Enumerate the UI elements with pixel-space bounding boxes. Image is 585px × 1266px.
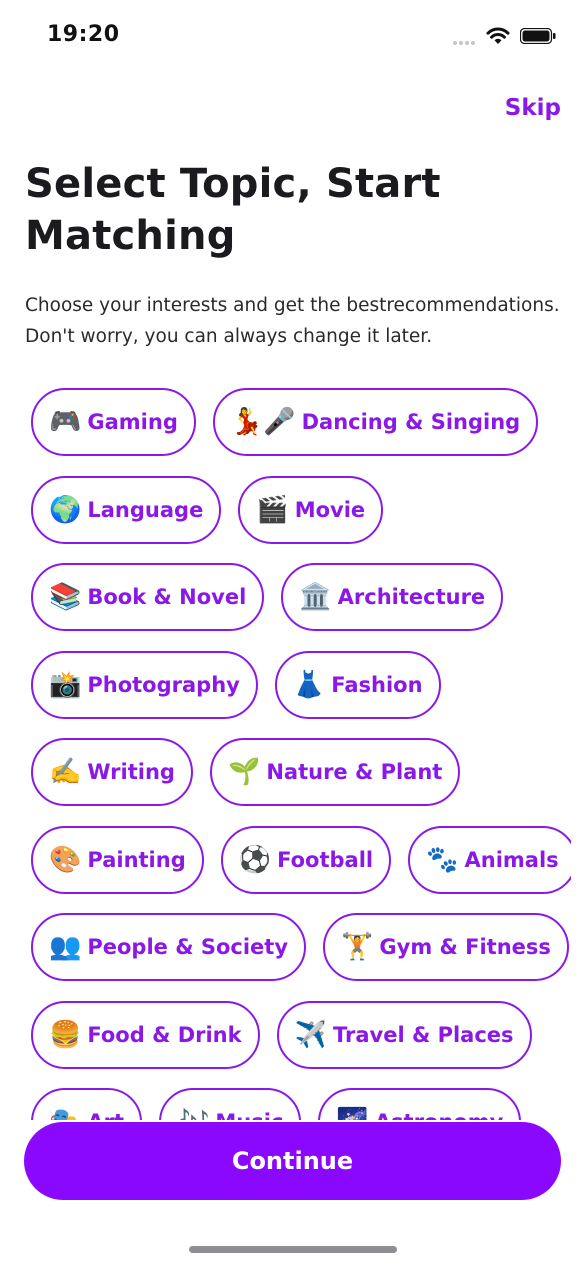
page-subtitle: Choose your interests and get the bestre… <box>25 290 570 352</box>
skip-button[interactable]: Skip <box>505 95 561 121</box>
topic-chip-photography[interactable]: 📸 Photography <box>31 650 258 719</box>
dancer-microphone-icon: 💃🎤 <box>230 407 296 437</box>
chip-row: 🎨 Painting ⚽ Football 🐾 Animals <box>31 825 571 898</box>
topic-chip-painting[interactable]: 🎨 Painting <box>31 825 204 894</box>
camera-flash-icon: 📸 <box>49 669 82 700</box>
topic-chip-label: Gym & Fitness <box>379 935 551 959</box>
topic-chip-gaming[interactable]: 🎮 Gaming <box>31 388 196 456</box>
theater-masks-icon: 🎭 <box>49 1109 81 1120</box>
chip-row: 🎭 Art 🎶 Music 🌌 Astronomy <box>31 1088 571 1120</box>
status-time: 19:20 <box>47 22 120 47</box>
topic-chip-art[interactable]: 🎭 Art <box>31 1088 143 1120</box>
subtitle-line: Choose your interests and get the bestre… <box>25 295 560 316</box>
chip-row: 🌍 Language 🎬 Movie <box>31 475 571 548</box>
topic-chip-language[interactable]: 🌍 Language <box>31 475 222 544</box>
topic-chip-nature-plant[interactable]: 🌱 Nature & Plant <box>209 738 461 806</box>
continue-button[interactable]: Continue <box>24 1122 561 1200</box>
topic-chip-label: Language <box>87 497 204 522</box>
topic-chip-label: Architecture <box>337 585 486 609</box>
palette-icon: 🎨 <box>49 844 82 875</box>
topic-chip-label: Book & Novel <box>87 585 247 609</box>
chip-row: 👥 People & Society 🏋️ Gym & Fitness <box>31 913 571 985</box>
people-icon: 👥 <box>49 932 82 962</box>
chip-row: ✍️ Writing 🌱 Nature & Plant <box>31 738 571 810</box>
milky-way-icon: 🌌 <box>336 1109 368 1120</box>
topic-chip-music[interactable]: 🎶 Music <box>159 1088 302 1120</box>
topic-chip-label: Football <box>277 847 374 872</box>
cellular-signal-icon <box>453 41 479 47</box>
wifi-icon <box>486 27 510 44</box>
burger-icon: 🍔 <box>49 1019 82 1050</box>
topic-chip-label: People & Society <box>87 935 289 959</box>
airplane-icon: ✈️ <box>294 1019 327 1050</box>
status-bar: 19:20 <box>0 0 585 74</box>
topic-chip-label: Nature & Plant <box>266 760 443 784</box>
topic-chip-label: Travel & Places <box>332 1022 514 1047</box>
topic-chip-label: Animals <box>464 847 559 872</box>
home-indicator <box>189 1246 397 1253</box>
topic-chip-travel-places[interactable]: ✈️ Travel & Places <box>276 1000 532 1069</box>
topic-chip-label: Painting <box>87 847 186 872</box>
topic-chip-fashion[interactable]: 👗 Fashion <box>274 650 441 719</box>
soccer-ball-icon: ⚽ <box>238 844 272 875</box>
topic-chip-label: Gaming <box>87 410 178 434</box>
topic-chip-label: Astronomy <box>375 1110 504 1120</box>
weightlifter-icon: 🏋️ <box>341 932 374 962</box>
classical-building-icon: 🏛️ <box>299 582 332 612</box>
seedling-icon: 🌱 <box>227 757 261 787</box>
battery-icon <box>520 28 556 44</box>
topic-chip-writing[interactable]: ✍️ Writing <box>31 738 193 806</box>
topic-chip-football[interactable]: ⚽ Football <box>220 825 392 894</box>
chip-row: 🍔 Food & Drink ✈️ Travel & Places <box>31 1000 571 1073</box>
topic-chip-dancing-singing[interactable]: 💃🎤 Dancing & Singing <box>212 388 539 456</box>
topic-chip-label: Writing <box>87 760 175 784</box>
chip-row: 🎮 Gaming 💃🎤 Dancing & Singing <box>31 388 571 460</box>
topic-chip-label: Art <box>87 1110 124 1120</box>
page-title: Select Topic, Start Matching <box>25 161 441 259</box>
gamepad-icon: 🎮 <box>49 407 82 437</box>
topic-chip-list: 🎮 Gaming 💃🎤 Dancing & Singing 🌍 Language 🎬 M… <box>31 388 571 1120</box>
topic-chip-movie[interactable]: 🎬 Movie <box>238 475 384 544</box>
topic-chip-gym-fitness[interactable]: 🏋️ Gym & Fitness <box>323 913 569 981</box>
topic-chip-label: Food & Drink <box>87 1022 242 1047</box>
books-icon: 📚 <box>49 582 82 612</box>
globe-icon: 🌍 <box>49 494 82 525</box>
topic-chip-label: Movie <box>294 497 366 522</box>
topic-chip-astronomy[interactable]: 🌌 Astronomy <box>318 1088 522 1120</box>
topic-chip-label: Music <box>215 1110 283 1120</box>
topic-chip-food-drink[interactable]: 🍔 Food & Drink <box>31 1000 260 1069</box>
music-notes-icon: 🎶 <box>177 1109 209 1120</box>
topic-chip-animals[interactable]: 🐾 Animals <box>408 825 571 894</box>
topic-chip-architecture[interactable]: 🏛️ Architecture <box>281 563 504 631</box>
chip-row: 📚 Book & Novel 🏛️ Architecture <box>31 563 571 635</box>
topic-chip-book-novel[interactable]: 📚 Book & Novel <box>31 563 265 631</box>
topic-chip-label: Fashion <box>331 672 423 697</box>
writing-hand-icon: ✍️ <box>49 757 82 787</box>
dress-icon: 👗 <box>292 669 326 700</box>
topic-chip-label: Dancing & Singing <box>301 410 521 434</box>
paw-prints-icon: 🐾 <box>426 844 459 875</box>
clapperboard-icon: 🎬 <box>256 494 289 525</box>
topic-chip-people-society[interactable]: 👥 People & Society <box>31 913 307 981</box>
subtitle-line: Don't worry, you can always change it la… <box>25 326 433 347</box>
topic-chip-label: Photography <box>87 672 240 697</box>
chip-row: 📸 Photography 👗 Fashion <box>31 650 571 723</box>
